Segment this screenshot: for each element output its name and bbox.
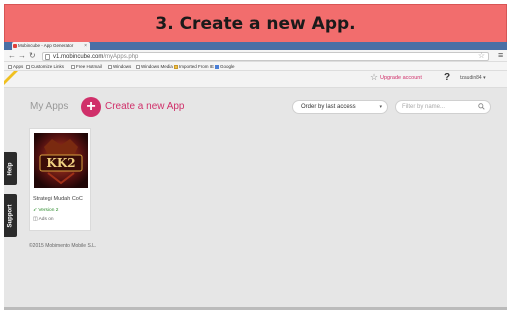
app-version: ➶ Version 2 xyxy=(33,208,59,213)
instruction-banner: 3. Create a new App. xyxy=(4,4,507,43)
reload-icon[interactable]: ↻ xyxy=(29,51,36,61)
help-icon[interactable]: ? xyxy=(444,72,450,83)
app-area: ☆ Upgrade account ? tzaudin84 ▾ My Apps +… xyxy=(4,71,507,309)
bookmark-google[interactable]: Google xyxy=(215,63,235,70)
order-by-value: Order by last access xyxy=(301,104,356,110)
address-bar[interactable]: v1.mobincube.com/myApps.php ☆ xyxy=(42,51,489,61)
create-app-plus-icon[interactable]: + xyxy=(81,97,101,117)
help-side-tab[interactable]: Help xyxy=(4,152,17,185)
bookmark-apps[interactable]: Apps xyxy=(8,63,23,70)
page-icon xyxy=(26,64,30,69)
search-icon xyxy=(478,103,485,110)
browser-toolbar: ← → ↻ v1.mobincube.com/myApps.php ☆ ≡ xyxy=(4,50,507,62)
user-menu[interactable]: tzaudin84 ▾ xyxy=(460,75,486,81)
back-icon[interactable]: ← xyxy=(8,51,16,61)
tab-title: Mobincube - App Generator xyxy=(18,43,74,48)
copyright-footer: ©2015 Mobimento Mobile S.L. xyxy=(29,243,97,249)
app-ads-status: ◫ Ads on xyxy=(33,217,54,222)
url-path: /myApps.php xyxy=(103,53,139,60)
app-card[interactable]: KK2 Strategi Mudah CoC ➶ Version 2 ◫ Ads… xyxy=(29,128,91,231)
browser-tab[interactable]: Mobincube - App Generator × xyxy=(12,42,90,50)
favicon-icon xyxy=(13,44,17,48)
bookmark-imported-from-ie[interactable]: Imported From IE xyxy=(174,63,214,70)
browser-tabstrip: Mobincube - App Generator × xyxy=(4,42,507,50)
star-outline-icon: ☆ xyxy=(370,72,379,82)
bookmarks-bar: Apps Customize Links Free Hotmail Window… xyxy=(4,62,507,71)
bookmark-windows-media[interactable]: Windows Media xyxy=(136,63,173,70)
upgrade-account-link[interactable]: ☆ Upgrade account xyxy=(370,73,422,83)
corner-ribbon-icon xyxy=(4,71,18,85)
forward-icon[interactable]: → xyxy=(18,51,26,61)
apps-icon xyxy=(8,64,12,69)
bottom-edge xyxy=(4,307,507,310)
app-top-bar: ☆ Upgrade account ? tzaudin84 ▾ xyxy=(4,71,507,88)
url-host: v1.mobincube.com xyxy=(53,53,104,60)
page-icon xyxy=(45,53,50,60)
page-icon xyxy=(136,64,140,69)
bookmark-free-hotmail[interactable]: Free Hotmail xyxy=(71,63,102,70)
filter-input[interactable]: Filter by name... xyxy=(395,100,491,114)
app-logo-text: KK2 xyxy=(46,156,75,170)
bookmark-customize-links[interactable]: Customize Links xyxy=(26,63,64,70)
browser-menu-icon[interactable]: ≡ xyxy=(498,50,503,60)
screenshot-frame: 3. Create a new App. Mobincube - App Gen… xyxy=(0,0,512,314)
order-by-select[interactable]: Order by last access ▾ xyxy=(292,100,388,114)
banner-title: 3. Create a new App. xyxy=(155,13,356,34)
caret-down-icon: ▾ xyxy=(379,104,382,110)
app-name: Strategi Mudah CoC xyxy=(33,196,83,202)
tab-close-icon[interactable]: × xyxy=(84,42,87,50)
bookmark-windows[interactable]: Windows xyxy=(108,63,131,70)
page-title: My Apps xyxy=(30,101,69,112)
page-icon xyxy=(108,64,112,69)
create-app-button[interactable]: Create a new App xyxy=(105,101,185,112)
folder-icon xyxy=(174,64,178,69)
page-icon xyxy=(71,64,75,69)
app-thumbnail[interactable]: KK2 xyxy=(34,133,88,188)
filter-placeholder: Filter by name... xyxy=(402,104,446,110)
app-logo-icon: KK2 xyxy=(34,133,88,188)
bookmark-star-icon[interactable]: ☆ xyxy=(478,51,485,60)
google-icon xyxy=(215,64,219,69)
support-side-tab[interactable]: Support xyxy=(4,194,17,237)
